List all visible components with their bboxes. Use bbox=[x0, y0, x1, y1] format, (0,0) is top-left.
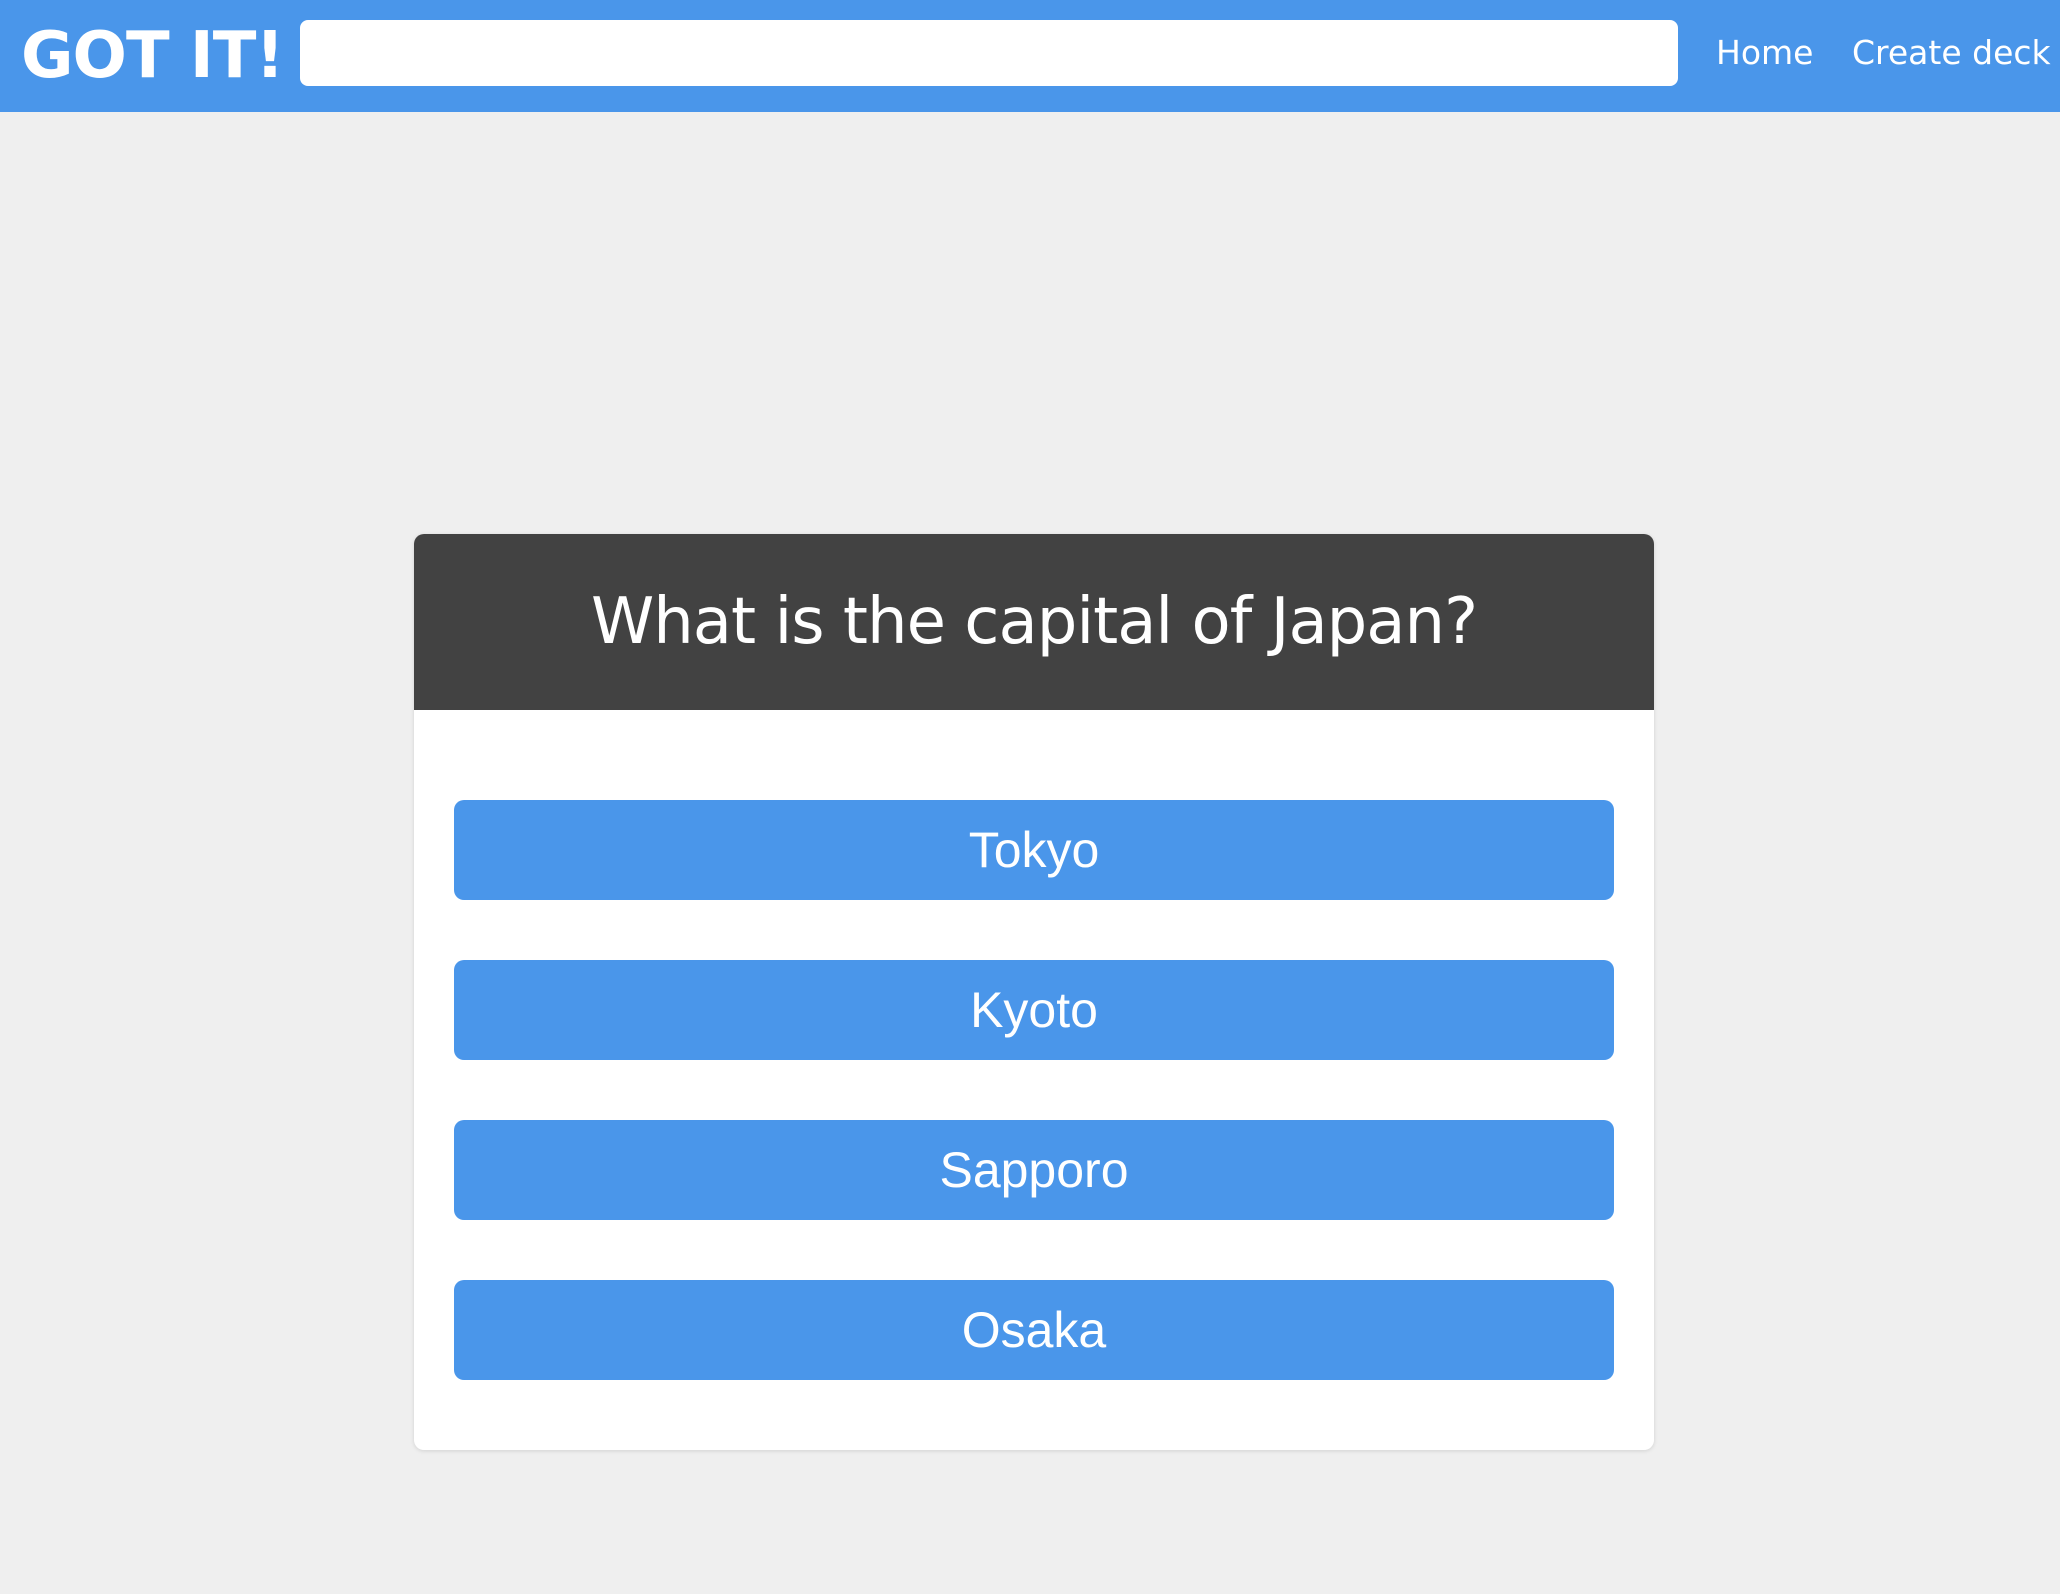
question-text: What is the capital of Japan? bbox=[590, 585, 1478, 659]
search-input[interactable] bbox=[300, 20, 1678, 86]
answer-button-sapporo[interactable]: Sapporo bbox=[454, 1120, 1614, 1220]
app-logo[interactable]: GOT IT! bbox=[21, 18, 285, 94]
top-navbar: GOT IT! Home Create deck bbox=[0, 0, 2060, 112]
answer-list: Tokyo Kyoto Sapporo Osaka bbox=[454, 800, 1614, 1440]
answer-button-osaka[interactable]: Osaka bbox=[454, 1280, 1614, 1380]
nav-link-create-deck[interactable]: Create deck bbox=[1852, 28, 2051, 78]
answer-button-tokyo[interactable]: Tokyo bbox=[454, 800, 1614, 900]
question-card: What is the capital of Japan? Tokyo Kyot… bbox=[414, 534, 1654, 1450]
question-header: What is the capital of Japan? bbox=[414, 534, 1654, 710]
nav-link-home[interactable]: Home bbox=[1716, 28, 1813, 78]
answer-button-kyoto[interactable]: Kyoto bbox=[454, 960, 1614, 1060]
